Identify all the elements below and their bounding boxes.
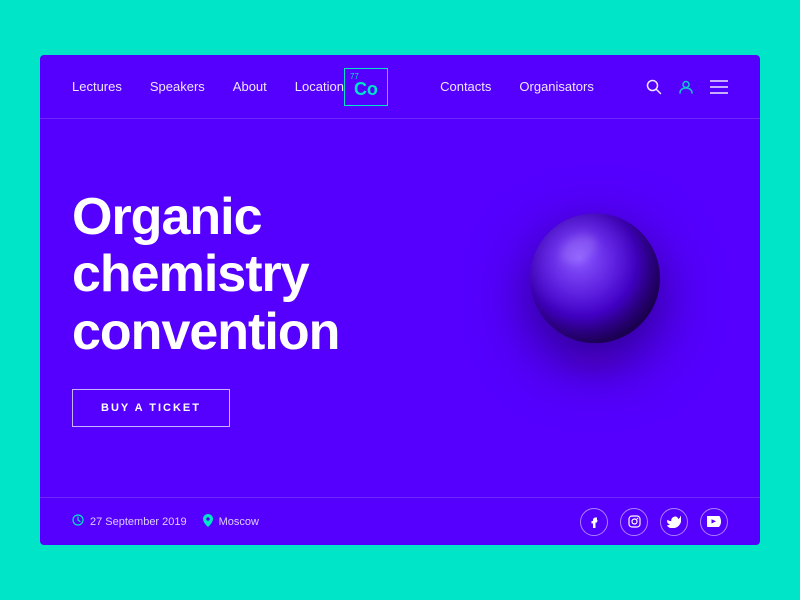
hero-section: Organic chemistry convention BUY A TICKE… — [40, 119, 760, 497]
event-date: 27 September 2019 — [72, 514, 187, 529]
menu-icon[interactable] — [710, 80, 728, 94]
nav-speakers[interactable]: Speakers — [150, 79, 205, 94]
social-links — [580, 508, 728, 536]
search-icon[interactable] — [646, 79, 662, 95]
sphere — [530, 213, 660, 343]
facebook-button[interactable] — [580, 508, 608, 536]
nav-center: Contacts Organisators — [388, 79, 646, 94]
hero-title: Organic chemistry convention — [72, 189, 412, 361]
sphere-shadow — [555, 351, 635, 371]
event-date-text: 27 September 2019 — [90, 516, 187, 528]
nav-icons — [646, 79, 728, 95]
clock-icon — [72, 514, 84, 529]
navbar: Lectures Speakers About Location 77 Co C… — [40, 55, 760, 119]
logo-text: Co — [354, 80, 378, 98]
twitter-button[interactable] — [660, 508, 688, 536]
nav-lectures[interactable]: Lectures — [72, 79, 122, 94]
footer-bar: 27 September 2019 Moscow — [40, 497, 760, 545]
instagram-button[interactable] — [620, 508, 648, 536]
location-icon — [203, 514, 213, 530]
nav-organisators[interactable]: Organisators — [519, 79, 593, 94]
nav-about[interactable]: About — [233, 79, 267, 94]
event-location: Moscow — [203, 514, 259, 530]
main-card: Lectures Speakers About Location 77 Co C… — [40, 55, 760, 545]
hero-text: Organic chemistry convention BUY A TICKE… — [72, 189, 412, 427]
nav-contacts[interactable]: Contacts — [440, 79, 491, 94]
youtube-button[interactable] — [700, 508, 728, 536]
nav-left: Lectures Speakers About Location — [72, 79, 344, 94]
nav-location[interactable]: Location — [295, 79, 344, 94]
footer-left: 27 September 2019 Moscow — [72, 514, 580, 530]
buy-ticket-button[interactable]: BUY A TICKET — [72, 389, 230, 427]
user-icon[interactable] — [678, 79, 694, 95]
logo[interactable]: 77 Co — [344, 68, 388, 106]
sphere-visual — [530, 213, 660, 371]
event-location-text: Moscow — [219, 516, 259, 528]
logo-superscript: 77 — [350, 73, 359, 81]
